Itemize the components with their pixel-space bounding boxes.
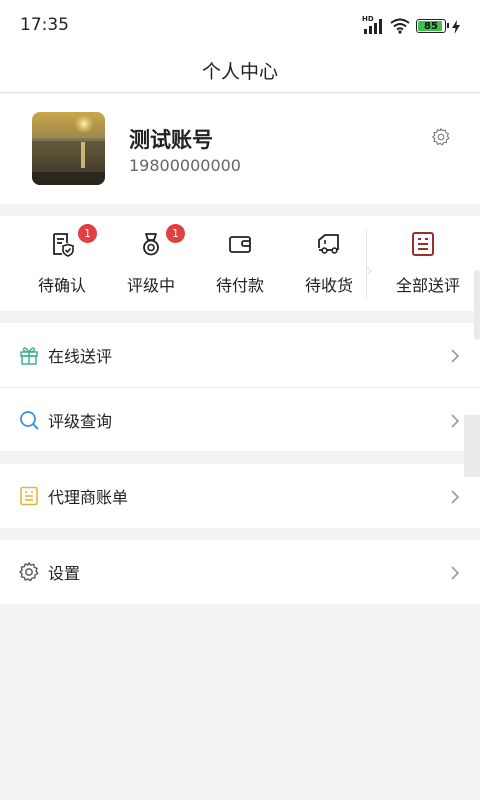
menu-item-agent-bill[interactable]: 代理商账单 xyxy=(0,464,480,528)
order-pending-payment[interactable]: 待付款 xyxy=(195,216,285,311)
document-check-icon xyxy=(49,231,75,257)
gift-icon xyxy=(19,345,39,365)
order-pending-receive[interactable]: 待收货 xyxy=(284,216,374,311)
order-status-bar: 1 待确认 1 评级中 待付款 待收货 全部送评 xyxy=(0,216,480,311)
chevron-right-icon xyxy=(450,489,460,504)
profile-phone: 19800000000 xyxy=(129,156,241,175)
battery-level: 85 xyxy=(424,20,438,32)
order-label: 待付款 xyxy=(215,276,264,295)
battery-icon: 85 xyxy=(416,19,449,33)
menu-item-settings[interactable]: 设置 xyxy=(0,540,480,604)
bill-icon xyxy=(19,486,39,506)
status-bar: 17:35 HD 85 xyxy=(0,0,480,48)
chevron-right-icon xyxy=(450,413,460,428)
nav-bar: 个人中心 xyxy=(0,48,480,93)
order-rating[interactable]: 1 评级中 xyxy=(106,216,196,311)
order-label: 待确认 xyxy=(37,276,86,295)
menu-label: 代理商账单 xyxy=(48,488,129,507)
chevron-right-icon xyxy=(450,348,460,363)
menu-label: 评级查询 xyxy=(48,411,113,431)
search-icon xyxy=(19,410,39,430)
menu-group: 在线送评 评级查询 xyxy=(0,323,480,451)
floating-edge-handle[interactable] xyxy=(464,415,480,477)
all-orders-button[interactable]: 全部送评 xyxy=(366,216,480,311)
charging-icon xyxy=(452,19,460,34)
menu-label: 设置 xyxy=(48,564,81,583)
menu-label: 在线送评 xyxy=(48,347,113,366)
truck-icon xyxy=(316,231,342,257)
gear-icon[interactable] xyxy=(431,127,451,147)
wifi-icon xyxy=(390,18,410,34)
scrollbar[interactable] xyxy=(474,270,480,340)
order-label: 评级中 xyxy=(126,276,175,295)
order-label: 待收货 xyxy=(304,276,353,295)
status-time: 17:35 xyxy=(20,15,69,35)
order-pending-confirm[interactable]: 1 待确认 xyxy=(17,216,107,311)
profile-name: 测试账号 xyxy=(129,128,213,152)
all-orders-label: 全部送评 xyxy=(395,276,460,295)
badge-count: 1 xyxy=(166,224,185,243)
status-indicators: HD 85 xyxy=(362,15,460,36)
chevron-right-icon xyxy=(450,565,460,580)
avatar[interactable] xyxy=(32,112,105,185)
menu-group: 设置 xyxy=(0,540,480,604)
profile-card[interactable]: 测试账号 19800000000 xyxy=(0,94,480,204)
page-title: 个人中心 xyxy=(201,60,278,83)
menu-item-rating-query[interactable]: 评级查询 xyxy=(0,387,480,451)
badge-count: 1 xyxy=(78,224,97,243)
wallet-icon xyxy=(227,231,253,257)
list-box-icon xyxy=(410,231,436,257)
menu-group: 代理商账单 xyxy=(0,464,480,528)
menu-item-online-submit[interactable]: 在线送评 xyxy=(0,323,480,387)
medal-icon xyxy=(138,231,164,257)
signal-icon: HD xyxy=(362,15,384,34)
gear-icon xyxy=(18,561,40,583)
